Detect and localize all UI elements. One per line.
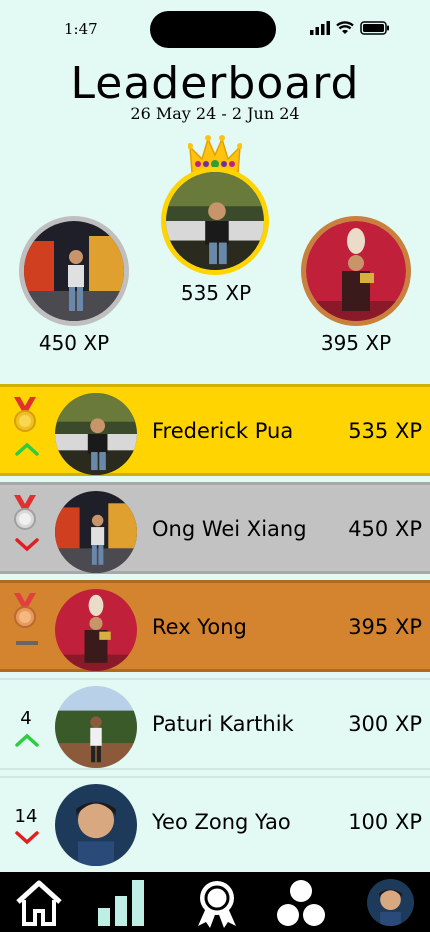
row-name: Yeo Zong Yao <box>152 810 291 834</box>
podium-third-avatar[interactable] <box>301 216 411 326</box>
leaderboard-row[interactable]: 4 Paturi Karthik 300 XP <box>0 678 430 770</box>
home-icon[interactable] <box>14 878 64 928</box>
first-photo <box>166 172 264 270</box>
leaderboard-row[interactable]: Rex Yong 395 XP <box>0 580 430 672</box>
rank-number: 4 <box>20 708 32 729</box>
second-photo <box>24 221 124 321</box>
leaderboard-row[interactable]: 14 Yeo Zong Yao 100 XP <box>0 776 430 868</box>
row-name: Rex Yong <box>152 615 247 639</box>
row-name: Paturi Karthik <box>152 712 294 736</box>
status-icons <box>310 21 390 35</box>
date-range: 26 May 24 - 2 Jun 24 <box>130 104 300 123</box>
podium-second-avatar[interactable] <box>19 216 129 326</box>
row-avatar <box>55 589 137 671</box>
bottom-nav <box>0 872 430 932</box>
page-title: Leaderboard <box>70 58 360 109</box>
badge-icon[interactable] <box>192 878 242 928</box>
row-name: Frederick Pua <box>152 419 294 443</box>
row-xp: 450 XP <box>348 517 422 541</box>
profile-avatar[interactable] <box>367 879 414 926</box>
community-icon[interactable] <box>276 878 326 928</box>
dynamic-island <box>150 11 276 48</box>
row-avatar <box>55 393 137 475</box>
leaderboard-row[interactable]: Frederick Pua 535 XP <box>0 384 430 476</box>
row-xp: 300 XP <box>348 712 422 736</box>
row-name: Ong Wei Xiang <box>152 517 307 541</box>
status-bar: 1:47 <box>0 0 430 58</box>
leaderboard-row[interactable]: Ong Wei Xiang 450 XP <box>0 482 430 574</box>
trend-up-icon <box>15 733 39 747</box>
podium-first-xp: 535 XP <box>180 281 252 305</box>
trend-down-icon <box>15 538 39 552</box>
trend-down-icon <box>15 831 39 845</box>
podium-second-xp: 450 XP <box>38 331 110 355</box>
row-avatar <box>55 491 137 573</box>
rank-number: 14 <box>14 806 38 827</box>
row-xp: 100 XP <box>348 810 422 834</box>
trend-same-icon <box>16 641 38 645</box>
battery-icon <box>360 21 389 35</box>
row-xp: 395 XP <box>348 615 422 639</box>
stats-icon[interactable] <box>96 878 146 928</box>
row-xp: 535 XP <box>348 419 422 443</box>
row-avatar <box>55 784 137 866</box>
trend-up-icon <box>15 442 39 456</box>
third-photo <box>306 221 406 321</box>
podium-first-avatar[interactable] <box>161 167 269 275</box>
row-avatar <box>55 686 137 768</box>
status-time: 1:47 <box>64 20 98 38</box>
wifi-icon <box>336 21 354 34</box>
signal-icon <box>310 21 330 35</box>
podium-third-xp: 395 XP <box>320 331 392 355</box>
